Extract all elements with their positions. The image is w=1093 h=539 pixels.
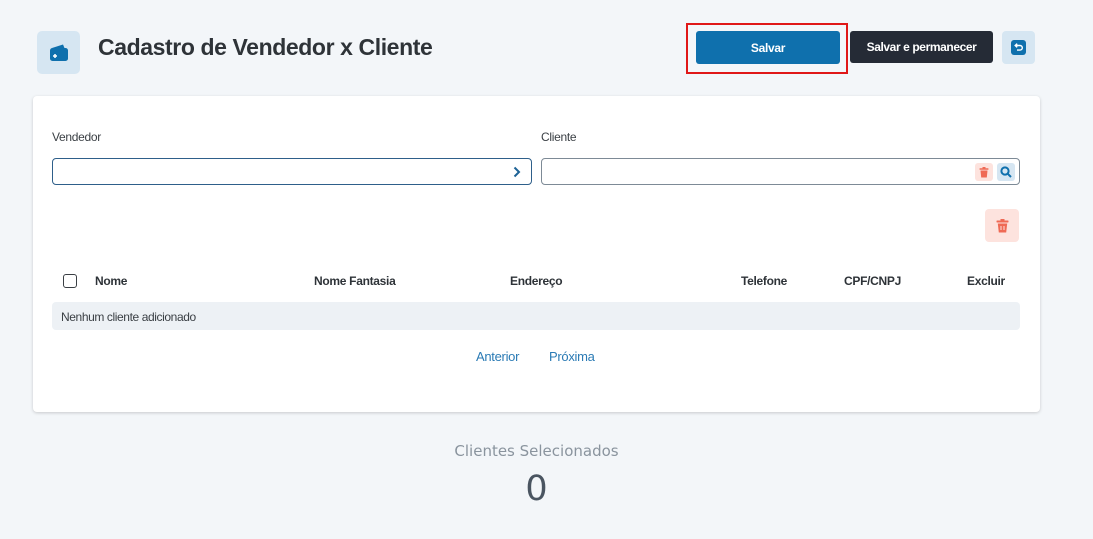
- trash-icon: [979, 166, 989, 177]
- column-header-endereco[interactable]: Endereço: [510, 274, 563, 288]
- trash-icon: [996, 218, 1008, 232]
- select-all-checkbox[interactable]: [63, 274, 77, 288]
- back-button[interactable]: [1002, 31, 1035, 64]
- selected-clients-count: 0: [525, 469, 548, 509]
- page-title: Cadastro de Vendedor x Cliente: [98, 34, 433, 60]
- column-header-cpf-cnpj[interactable]: CPF/CNPJ: [844, 274, 901, 288]
- selected-clients-label: Clientes Selecionados: [454, 442, 619, 460]
- search-icon: [1000, 166, 1012, 178]
- column-header-nome[interactable]: Nome: [95, 274, 127, 288]
- column-header-excluir: Excluir: [967, 274, 1005, 288]
- column-header-telefone[interactable]: Telefone: [741, 274, 787, 288]
- undo-icon: [1011, 40, 1026, 55]
- form-card: Vendedor Cliente Nome Nome Fantasia Ende…: [33, 96, 1040, 412]
- wallet-icon: [49, 44, 68, 61]
- table-empty-row: Nenhum cliente adicionado: [52, 302, 1020, 330]
- clear-cliente-button[interactable]: [975, 163, 993, 181]
- pagination-next-link[interactable]: Próxima: [549, 349, 595, 364]
- save-button[interactable]: Salvar: [696, 31, 840, 64]
- column-header-nome-fantasia[interactable]: Nome Fantasia: [314, 274, 396, 288]
- header-wallet-icon-box: [37, 31, 80, 74]
- pagination-previous-link[interactable]: Anterior: [476, 349, 519, 364]
- vendedor-field[interactable]: [52, 158, 532, 185]
- cliente-label: Cliente: [541, 130, 577, 144]
- delete-selected-button[interactable]: [985, 209, 1019, 242]
- vendedor-label: Vendedor: [52, 130, 101, 144]
- chevron-right-icon[interactable]: [511, 165, 523, 179]
- save-and-stay-button[interactable]: Salvar e permanecer: [850, 31, 993, 63]
- empty-message: Nenhum cliente adicionado: [61, 310, 196, 324]
- search-cliente-button[interactable]: [997, 163, 1015, 181]
- cliente-field[interactable]: [541, 158, 1020, 185]
